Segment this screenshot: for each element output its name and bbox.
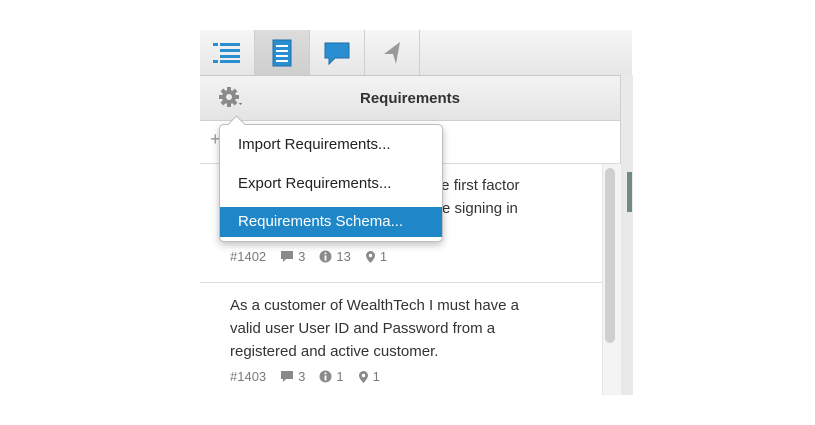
settings-dropdown-menu: Import Requirements... Export Requiremen…: [219, 115, 443, 242]
panel-title: Requirements: [359, 90, 461, 107]
comment-count[interactable]: 3: [280, 249, 305, 264]
requirement-text-line: valid user User ID and Password from a: [230, 320, 496, 337]
divider: [200, 282, 602, 283]
pin-count[interactable]: 1: [365, 249, 387, 264]
requirement-meta: #1402 3 13 1: [230, 249, 401, 264]
window-edge-accent: [627, 172, 632, 212]
chat-icon: [324, 42, 350, 65]
list-item[interactable]: As a customer of WealthTech I must have …: [200, 294, 602, 363]
pin-count-value: 1: [372, 369, 380, 384]
info-count-value: 1: [336, 369, 344, 384]
document-icon: [272, 39, 292, 66]
list-icon: [213, 42, 240, 63]
requirement-meta: #1403 3 1 1: [230, 369, 394, 384]
comment-count[interactable]: 3: [280, 369, 305, 384]
info-icon: [319, 250, 332, 263]
document-view-button[interactable]: [255, 30, 310, 75]
info-count-value: 13: [336, 249, 351, 264]
menu-item-import-requirements[interactable]: Import Requirements...: [220, 130, 442, 160]
requirement-id[interactable]: #1402: [230, 249, 266, 264]
pointer-icon: [384, 41, 400, 64]
requirement-id[interactable]: #1403: [230, 369, 266, 384]
list-view-button[interactable]: [200, 30, 255, 75]
info-count[interactable]: 13: [319, 249, 351, 264]
comment-count-value: 3: [298, 249, 306, 264]
navigate-button[interactable]: [365, 30, 420, 75]
info-icon: [319, 370, 332, 383]
panel-header: Requirements: [200, 76, 620, 121]
requirement-text-line: As a customer of WealthTech I must have …: [230, 297, 520, 314]
toolbar: [200, 30, 632, 76]
info-count[interactable]: 1: [319, 369, 344, 384]
comment-count-value: 3: [298, 369, 306, 384]
pin-count[interactable]: 1: [358, 369, 380, 384]
menu-item-requirements-schema[interactable]: Requirements Schema...: [220, 207, 442, 237]
comments-view-button[interactable]: [310, 30, 365, 75]
comment-icon: [281, 371, 294, 382]
pin-icon: [358, 370, 368, 383]
scrollbar-thumb[interactable]: [605, 168, 615, 343]
right-panel-edge: [620, 75, 633, 395]
comment-icon: [281, 251, 294, 262]
pin-count-value: 1: [379, 249, 388, 264]
pin-icon: [365, 250, 375, 263]
requirement-text-line: registered and active customer.: [230, 343, 439, 360]
menu-item-export-requirements[interactable]: Export Requirements...: [220, 169, 442, 199]
